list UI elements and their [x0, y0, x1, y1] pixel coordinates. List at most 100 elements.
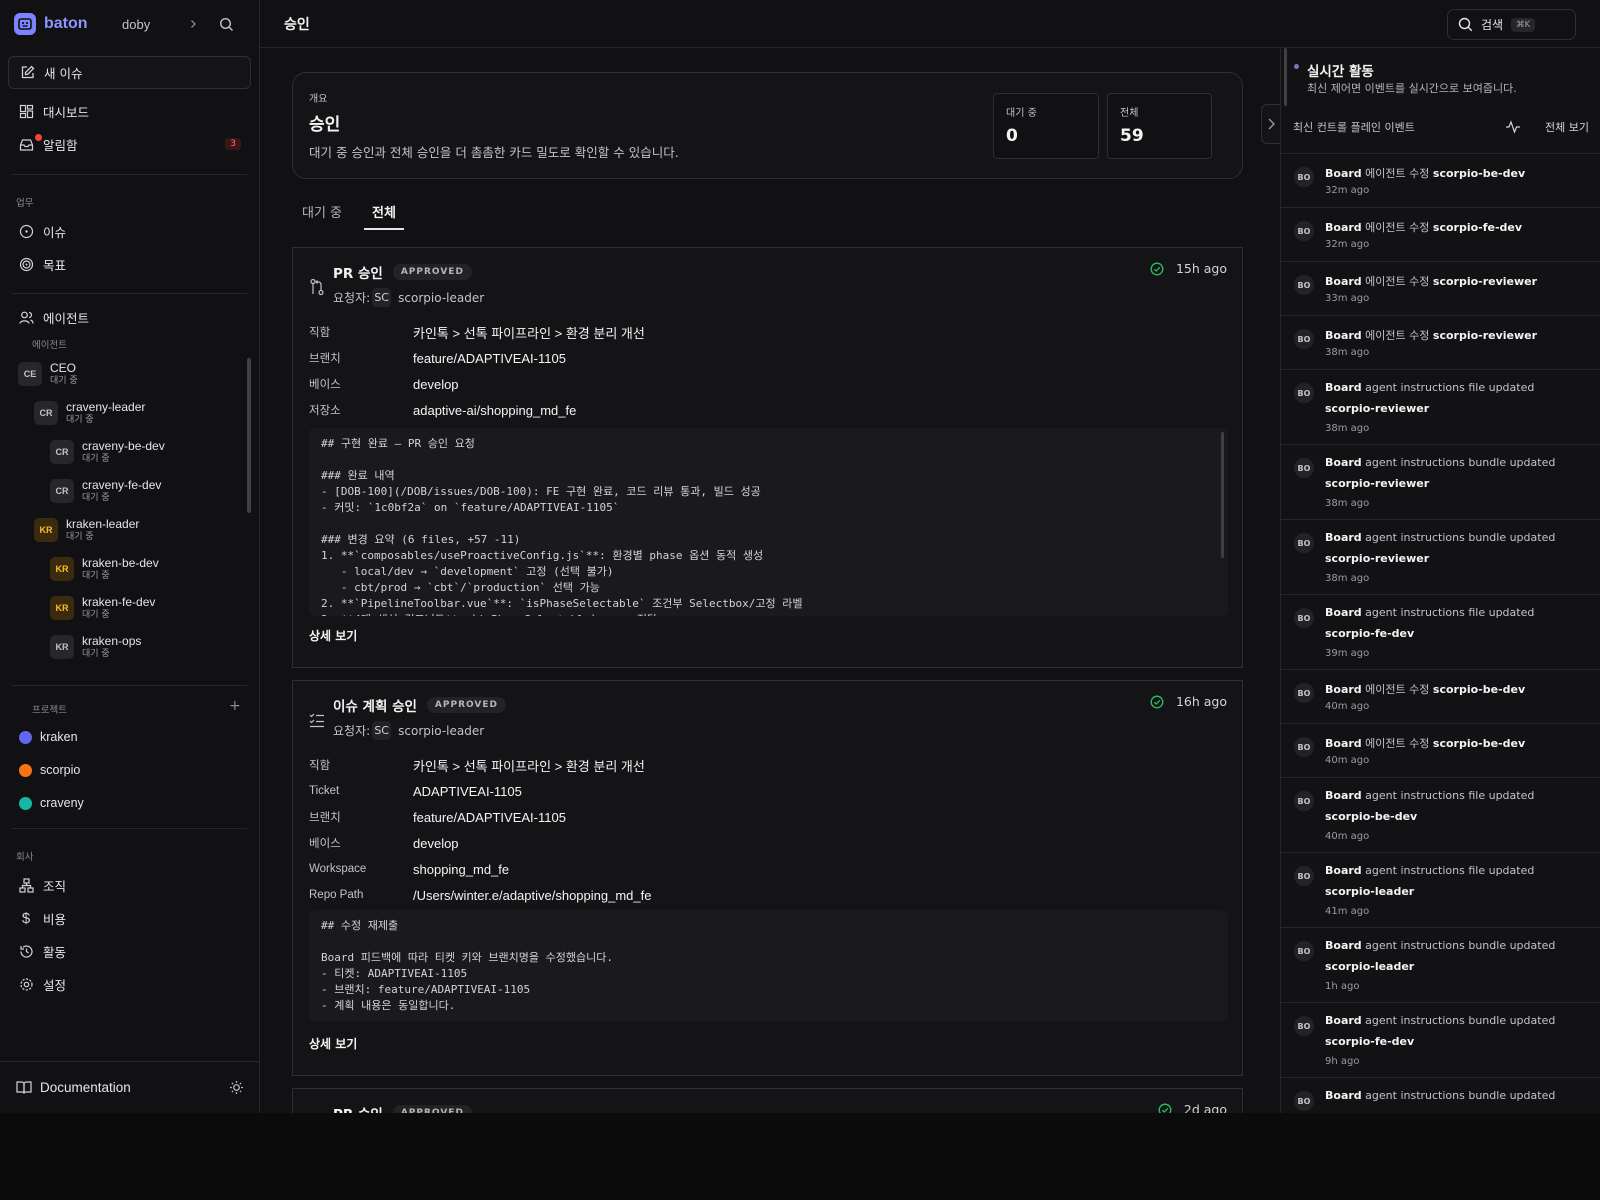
theme-toggle-sun-icon[interactable] [229, 1080, 244, 1095]
list-checks-icon [309, 711, 325, 729]
sidebar-item-goals[interactable]: 목표 [8, 249, 251, 279]
event-row[interactable]: BO Board agent instructions file updated s… [1281, 852, 1600, 927]
event-row[interactable]: BO Board agent instructions bundle update… [1281, 519, 1600, 594]
event-target[interactable]: scorpio-reviewer [1325, 552, 1429, 565]
agent-item[interactable]: KR kraken-be-dev 대기 중 [50, 556, 159, 582]
status-badge: APPROVED [426, 697, 507, 713]
view-details-button[interactable]: 상세 보기 [309, 627, 357, 644]
event-action: agent instructions bundle updated [1365, 531, 1556, 544]
panel-scrollbar[interactable] [1284, 48, 1287, 106]
global-search-button[interactable]: 검색 ⌘K [1447, 9, 1576, 40]
card-title-text: PR 승인 [333, 1103, 383, 1113]
event-row[interactable]: BO Board 에이전트 수정 scorpio-reviewer 33m ago [1281, 261, 1600, 315]
inbox-icon [18, 136, 34, 152]
event-row[interactable]: BO Board agent instructions file updated s… [1281, 369, 1600, 444]
baton-logo-icon[interactable] [14, 13, 36, 35]
agent-item[interactable]: KR kraken-ops 대기 중 [50, 634, 141, 660]
main-content[interactable]: 개요 승인 대기 중 승인과 전체 승인을 더 촘촘한 카드 밀도로 확인할 수… [260, 48, 1280, 1113]
field-value: /Users/winter.e/adaptive/shopping_md_fe [413, 887, 652, 903]
event-row[interactable]: BO Board agent instructions bundle update… [1281, 444, 1600, 519]
agent-item[interactable]: KR kraken-fe-dev 대기 중 [50, 595, 155, 621]
sidebar-item-label: 활동 [43, 944, 67, 960]
new-issue-button[interactable]: 새 이슈 [8, 56, 251, 89]
sidebar-item-dashboard[interactable]: 대시보드 [8, 96, 251, 126]
sidebar-item-label: 비용 [43, 911, 67, 927]
event-row[interactable]: BO Board agent instructions bundle update… [1281, 1077, 1600, 1113]
project-item-kraken[interactable]: kraken [8, 722, 251, 752]
card-time: 16h ago [1150, 694, 1227, 709]
event-row[interactable]: BO Board agent instructions bundle update… [1281, 1002, 1600, 1077]
sidebar-item-agents[interactable]: 에이전트 [8, 302, 251, 332]
code-block[interactable]: ## 수정 재제출 Board 피드백에 따라 티켓 키와 브랜치명을 수정했습… [309, 910, 1228, 1022]
workspace-name[interactable]: doby [122, 17, 178, 32]
view-details-button[interactable]: 상세 보기 [309, 1035, 357, 1052]
event-row[interactable]: BO Board agent instructions file updated s… [1281, 777, 1600, 852]
add-project-icon[interactable]: + [229, 699, 241, 713]
sidebar-item-inbox[interactable]: 알림함 3 [8, 129, 251, 159]
event-target[interactable]: scorpio-reviewer [1325, 402, 1429, 415]
divider [12, 685, 247, 686]
event-target[interactable]: scorpio-fe-dev [1433, 221, 1522, 234]
chevron-right-icon[interactable] [180, 11, 206, 37]
event-target[interactable]: scorpio-be-dev [1433, 737, 1525, 750]
event-row[interactable]: BO Board agent instructions file updated s… [1281, 594, 1600, 669]
overview-title: 승인 [309, 115, 341, 135]
sidebar-item-issues[interactable]: 이슈 [8, 216, 251, 246]
agents-scrollbar[interactable] [247, 358, 251, 513]
code-scrollbar[interactable] [1221, 432, 1224, 558]
agents-list[interactable]: CE CEO 대기 중 CR craveny-leader 대기 중 CR crav… [16, 355, 251, 677]
event-text: Board 에이전트 수정 scorpio-reviewer [1325, 273, 1537, 289]
view-all-button[interactable]: 전체 보기 [1505, 119, 1589, 135]
tab-all[interactable]: 전체 [364, 196, 404, 230]
card-title: 이슈 계획 승인 APPROVED [333, 695, 507, 715]
actor-avatar: BO [1294, 383, 1314, 403]
agent-status: 대기 중 [66, 532, 94, 542]
project-item-craveny[interactable]: craveny [8, 788, 251, 818]
live-activity-panel[interactable]: 실시간 활동 최신 제어면 이벤트를 실시간으로 보여줍니다. 최신 컨트롤 플… [1280, 48, 1600, 1113]
panel-title: 실시간 활동 [1307, 64, 1374, 80]
approval-card[interactable]: PR 승인 APPROVED 요청자: SC scorpio-leader 15… [292, 247, 1243, 668]
agent-item[interactable]: CR craveny-fe-dev 대기 중 [50, 478, 161, 504]
event-target[interactable]: scorpio-fe-dev [1325, 1035, 1414, 1048]
agent-item[interactable]: CR craveny-leader 대기 중 [34, 400, 145, 426]
project-item-scorpio[interactable]: scorpio [8, 755, 251, 785]
sidebar-item-activity[interactable]: 활동 [8, 936, 251, 966]
event-target[interactable]: scorpio-be-dev [1433, 167, 1525, 180]
event-target[interactable]: scorpio-reviewer [1325, 477, 1429, 490]
agent-item[interactable]: KR kraken-leader 대기 중 [34, 517, 139, 543]
event-target[interactable]: scorpio-leader [1325, 960, 1414, 973]
sidebar-item-org[interactable]: 조직 [8, 870, 251, 900]
agent-item[interactable]: CR craveny-be-dev 대기 중 [50, 439, 165, 465]
event-time: 38m ago [1325, 347, 1370, 358]
event-row[interactable]: BO Board 에이전트 수정 scorpio-be-dev 32m ago [1281, 153, 1600, 207]
event-row[interactable]: BO Board 에이전트 수정 scorpio-reviewer 38m ago [1281, 315, 1600, 369]
actor-avatar: BO [1294, 1016, 1314, 1036]
event-target[interactable]: scorpio-reviewer [1433, 275, 1537, 288]
sidebar-item-settings[interactable]: 설정 [8, 969, 251, 999]
event-row[interactable]: BO Board 에이전트 수정 scorpio-fe-dev 32m ago [1281, 207, 1600, 261]
sidebar-item-costs[interactable]: $ 비용 [8, 903, 251, 933]
brand-name[interactable]: baton [44, 15, 108, 33]
event-row[interactable]: BO Board 에이전트 수정 scorpio-be-dev 40m ago [1281, 723, 1600, 777]
event-row[interactable]: BO Board 에이전트 수정 scorpio-be-dev 40m ago [1281, 669, 1600, 723]
event-target[interactable]: scorpio-leader [1325, 885, 1414, 898]
field-row: Ticket ADAPTIVEAI-1105 [309, 781, 522, 801]
activity-icon [1505, 120, 1533, 134]
field-value: feature/ADAPTIVEAI-1105 [413, 809, 566, 825]
event-target[interactable]: scorpio-be-dev [1325, 810, 1417, 823]
event-target[interactable]: scorpio-fe-dev [1325, 627, 1414, 640]
search-icon[interactable] [213, 11, 239, 37]
approval-card[interactable]: PR 승인 APPROVED 2d ago [292, 1088, 1243, 1113]
code-block[interactable]: ## 구현 완료 — PR 승인 요청 ### 완료 내역 - [DOB-100… [309, 428, 1228, 616]
event-target[interactable]: scorpio-reviewer [1433, 329, 1537, 342]
event-row[interactable]: BO Board agent instructions bundle update… [1281, 927, 1600, 1002]
collapse-panel-button[interactable] [1261, 104, 1280, 144]
stat-label: 대기 중 [1006, 108, 1037, 119]
event-action: 에이전트 수정 [1365, 329, 1430, 342]
agent-name: CEO [50, 361, 77, 375]
approval-card[interactable]: 이슈 계획 승인 APPROVED 요청자: SC scorpio-leader… [292, 680, 1243, 1076]
event-target[interactable]: scorpio-be-dev [1433, 683, 1525, 696]
agent-item[interactable]: CE CEO 대기 중 [18, 361, 78, 387]
tab-pending[interactable]: 대기 중 [294, 196, 350, 230]
documentation-link[interactable]: Documentation [0, 1061, 260, 1113]
